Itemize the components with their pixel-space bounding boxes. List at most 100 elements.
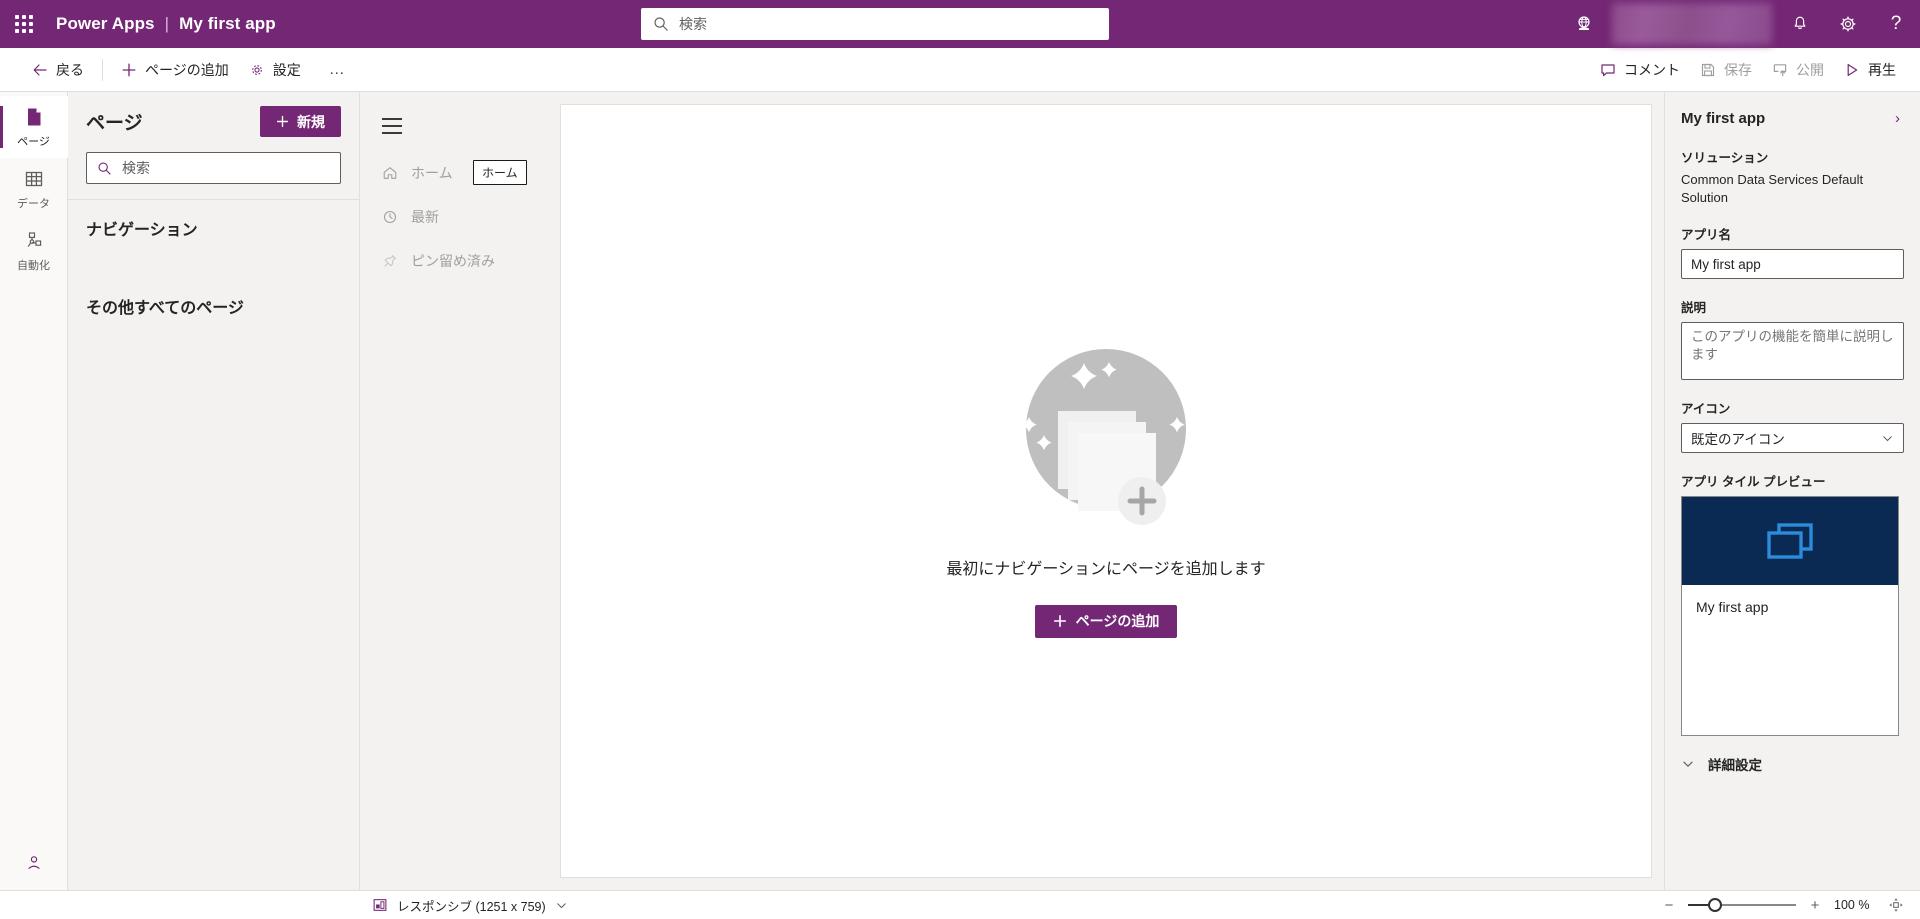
zoom-slider-knob[interactable]	[1708, 898, 1722, 912]
brand-name: Power Apps	[56, 14, 155, 33]
add-pages-illustration	[1021, 348, 1186, 528]
waffle-icon[interactable]	[0, 0, 48, 48]
more-commands-label: …	[328, 60, 347, 78]
app-header: Power Apps | My first app 検索 ?	[0, 0, 1920, 48]
zoom-in-button[interactable]: +	[1808, 897, 1822, 914]
empty-state-add-page-button[interactable]: ページの追加	[1034, 604, 1178, 638]
user-account-area[interactable]	[1612, 3, 1772, 45]
icon-select[interactable]: 既定のアイコン	[1681, 423, 1904, 454]
nav-item-recent[interactable]: 最新	[360, 198, 560, 236]
plus-icon	[1053, 614, 1066, 628]
play-icon	[1847, 63, 1858, 76]
chevron-right-icon[interactable]: ›	[1891, 108, 1904, 129]
nav-item-recent-label: 最新	[411, 209, 439, 225]
nav-home-tooltip: ホーム	[473, 160, 527, 185]
zoom-slider[interactable]	[1688, 898, 1796, 912]
pages-panel-header: ページ 新規	[68, 92, 359, 137]
search-icon	[98, 161, 111, 175]
sidebar-item-automate-label: 自動化	[17, 259, 50, 272]
clock-icon	[383, 210, 397, 224]
canvas-inner: ホーム 最新 ピン留め済み ホーム 最初にナビゲーションにページを追加します ペ…	[360, 92, 1664, 890]
app-name-label: アプリ名	[1681, 228, 1732, 243]
nav-item-home[interactable]: ホーム	[360, 154, 560, 192]
plus-icon	[122, 63, 136, 76]
play-button-label: 再生	[1868, 61, 1896, 78]
global-search-box[interactable]: 検索	[641, 8, 1109, 40]
table-icon	[25, 171, 42, 186]
chevron-down-icon	[556, 902, 566, 908]
app-tile-preview: My first app	[1681, 496, 1899, 737]
solution-label: ソリューション	[1681, 151, 1769, 165]
app-navigation-preview: ホーム 最新 ピン留め済み ホーム	[360, 92, 560, 890]
publish-button-label: 公開	[1796, 61, 1824, 78]
empty-state-add-page-label: ページの追加	[1075, 613, 1160, 629]
new-page-button[interactable]: 新規	[260, 106, 341, 137]
nav-item-pinned-label: ピン留め済み	[411, 253, 495, 269]
app-name-input[interactable]	[1681, 249, 1904, 280]
person-accounts-icon[interactable]	[0, 846, 68, 880]
pin-icon	[384, 254, 397, 267]
pages-section-navigation: ナビゲーション	[86, 222, 198, 239]
play-button[interactable]: 再生	[1834, 54, 1906, 86]
chevron-down-icon	[1683, 761, 1693, 768]
app-tile-header	[1682, 497, 1898, 586]
brand-title[interactable]: Power Apps | My first app	[48, 14, 276, 34]
more-commands-button[interactable]: …	[311, 54, 365, 86]
header-actions: ?	[1560, 0, 1920, 48]
add-page-button[interactable]: ページの追加	[111, 54, 239, 86]
rail-bottom	[0, 846, 68, 890]
sidebar-item-automate[interactable]: 自動化	[0, 220, 68, 282]
save-button-label: 保存	[1724, 61, 1752, 78]
sidebar-item-data-label: データ	[17, 197, 50, 210]
plus-icon	[276, 115, 289, 128]
help-icon[interactable]: ?	[1872, 0, 1920, 48]
global-search-placeholder: 検索	[679, 16, 707, 32]
chevron-down-icon	[1883, 435, 1892, 441]
back-button[interactable]: 戻る	[22, 54, 94, 86]
gear-icon[interactable]	[1824, 0, 1872, 48]
save-icon	[1701, 63, 1715, 76]
globe-icon[interactable]	[1560, 0, 1608, 48]
app-tile-icon	[1767, 523, 1813, 559]
empty-state: 最初にナビゲーションにページを追加します ページの追加	[946, 329, 1266, 638]
sidebar-item-data[interactable]: データ	[0, 158, 68, 220]
nav-item-home-label: ホーム	[411, 165, 453, 181]
properties-title: My first app	[1681, 110, 1766, 127]
fit-to-screen-icon[interactable]	[1888, 897, 1904, 913]
comment-button-label: コメント	[1624, 61, 1680, 78]
pages-panel: ページ 新規 検索 ナビゲーション その他すべてのページ	[68, 92, 360, 890]
empty-state-message: 最初にナビゲーションにページを追加します	[946, 560, 1266, 578]
new-page-button-label: 新規	[297, 113, 325, 130]
comment-icon	[1601, 63, 1615, 76]
app-body: ページ データ 自動化 ページ 新規 検索 ナビゲーション その他すべてのページ…	[0, 92, 1920, 890]
save-button[interactable]: 保存	[1690, 54, 1762, 86]
app-tile-name: My first app	[1696, 599, 1769, 616]
pages-search-placeholder: 検索	[122, 160, 150, 176]
icon-label: アイコン	[1681, 402, 1731, 417]
advanced-settings-toggle[interactable]: 詳細設定	[1681, 754, 1904, 788]
pages-search-input[interactable]: 検索	[86, 152, 341, 184]
settings-button[interactable]: 設定	[239, 54, 311, 86]
tile-preview-label: アプリ タイル プレビュー	[1681, 475, 1826, 490]
arrow-left-icon	[33, 63, 47, 76]
search-icon	[654, 17, 668, 31]
publish-icon	[1773, 63, 1787, 76]
hamburger-icon[interactable]	[360, 110, 560, 134]
nav-item-pinned[interactable]: ピン留め済み	[360, 242, 560, 280]
page-icon	[27, 108, 40, 125]
layout-label: レスポンシブ (1251 x 759)	[397, 899, 546, 914]
home-icon	[383, 167, 397, 179]
bell-icon[interactable]	[1776, 0, 1824, 48]
command-bar: 戻る ページの追加 設定 … コメント 保存 公開 再生	[0, 48, 1920, 92]
sidebar-item-pages[interactable]: ページ	[0, 96, 68, 158]
publish-button[interactable]: 公開	[1762, 54, 1834, 86]
left-rail: ページ データ 自動化	[0, 92, 68, 890]
app-canvas[interactable]: 最初にナビゲーションにページを追加します ページの追加	[560, 104, 1652, 878]
zoom-out-button[interactable]: −	[1662, 897, 1676, 914]
description-textarea[interactable]	[1681, 322, 1904, 381]
comment-button[interactable]: コメント	[1590, 54, 1690, 86]
layout-selector[interactable]: レスポンシブ (1251 x 759)	[372, 896, 568, 915]
add-page-button-label: ページの追加	[145, 61, 229, 78]
command-bar-right: コメント 保存 公開 再生	[1590, 54, 1906, 86]
pages-panel-title: ページ	[86, 113, 143, 134]
